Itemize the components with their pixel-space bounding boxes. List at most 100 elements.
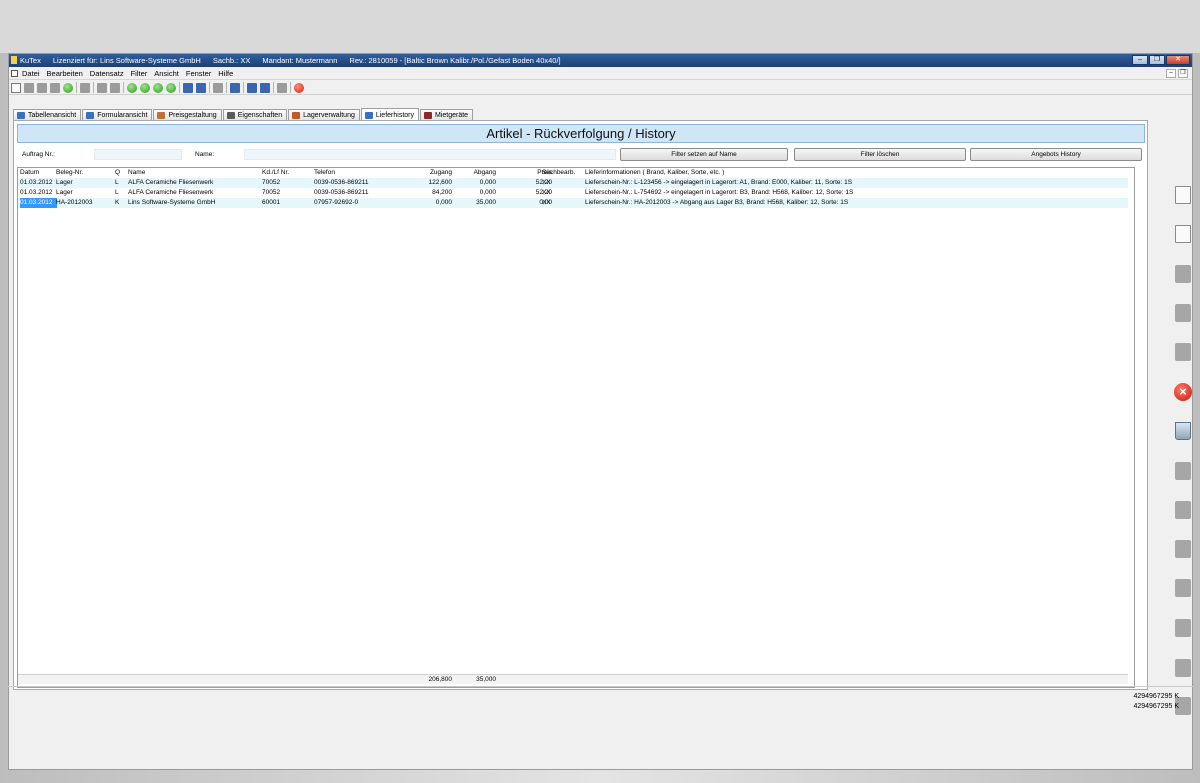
title-bar: KuTex Lizenziert für: Lins Software-Syste… <box>9 54 1192 67</box>
save-icon[interactable] <box>37 82 47 93</box>
cell-zugang: 122,600 <box>428 179 453 186</box>
info-icon[interactable] <box>247 82 257 93</box>
document-icon[interactable] <box>11 70 18 77</box>
close-button[interactable]: ✕ <box>1166 55 1190 65</box>
table-row[interactable]: 01.03.2012 Lager L ALFA Ceramiche Fliesenwe… <box>18 178 1128 188</box>
barcode-icon[interactable] <box>1175 579 1191 597</box>
cell-beleg-nr: HA-2012003 <box>56 199 93 206</box>
cell-datum: 01.03.2012 <box>20 189 53 196</box>
edit-page-icon[interactable] <box>1175 265 1191 283</box>
open-icon[interactable] <box>24 82 34 93</box>
cell-kd-lf-nr: 60001 <box>262 199 281 206</box>
save-disk-icon[interactable] <box>1175 304 1191 322</box>
auftrag-label: Auftrag Nr.: <box>22 151 55 158</box>
import-icon[interactable] <box>1175 619 1191 637</box>
history-table: Datum Beleg-Nr. Q Name Kd./Lf Nr. Telefon Zuga… <box>17 167 1135 688</box>
undo-arrow-icon[interactable] <box>1175 343 1191 361</box>
license-text: Lizenziert für: Lins Software-Systeme Gm… <box>52 56 201 65</box>
cell-lieferinformationen: Lieferschein-Nr.: L-754692 -> eingelager… <box>585 189 854 196</box>
maximize-button[interactable]: ❐ <box>1149 55 1165 65</box>
cell-abgang: 0,000 <box>479 189 496 196</box>
cell-beleg-nr: Lager <box>56 189 73 196</box>
cell-q: L <box>115 189 119 196</box>
new-page-icon[interactable] <box>1175 186 1191 204</box>
previous-record-icon[interactable] <box>140 82 150 93</box>
mdi-minimize-button[interactable]: – <box>1166 69 1176 78</box>
warehouse-icon <box>292 112 301 119</box>
menu-datei[interactable]: Datei <box>22 69 40 78</box>
column-header-sachbearb[interactable]: Sachbearb. <box>542 168 584 178</box>
delete-icon[interactable]: × <box>1174 383 1192 401</box>
status-bar: 4294967295 K 4294967295 K <box>8 688 1193 710</box>
history-icon <box>364 111 373 119</box>
mdi-restore-button[interactable]: ❐ <box>1178 69 1188 78</box>
clipboard-icon[interactable] <box>1175 501 1191 519</box>
table-icon <box>17 112 25 119</box>
status-line-1: 4294967295 K <box>1133 693 1179 700</box>
minimize-button[interactable]: – <box>1132 55 1148 65</box>
undo-icon[interactable] <box>50 82 60 93</box>
new-document-icon[interactable] <box>11 82 21 93</box>
copy-icon[interactable] <box>97 82 107 93</box>
total-abgang: 35,000 <box>476 676 496 683</box>
name-input[interactable] <box>244 149 616 160</box>
next-record-icon[interactable] <box>153 82 163 93</box>
copy-page-icon[interactable] <box>1175 225 1191 243</box>
column-header-q[interactable]: Q <box>115 168 125 178</box>
column-header-beleg-nr[interactable]: Beleg-Nr. <box>56 168 114 178</box>
column-header-kd-lf-nr[interactable]: Kd./Lf Nr. <box>262 168 312 178</box>
cell-name: ALFA Ceramiche Fliesenwerk <box>128 179 214 186</box>
table-row[interactable]: 01.03.2012 HA-2012003 K Lins Software-Syste… <box>18 198 1128 208</box>
printer-icon[interactable] <box>1175 462 1191 480</box>
refresh-icon[interactable] <box>63 82 73 93</box>
cancel-icon[interactable] <box>294 82 304 93</box>
column-header-zugang[interactable]: Zugang <box>414 168 452 178</box>
cell-q: L <box>115 179 119 186</box>
table-totals-row: 206,800 35,000 <box>18 674 1128 684</box>
recycle-bin-icon[interactable] <box>1175 422 1191 440</box>
export-icon[interactable] <box>1175 540 1191 558</box>
status-line-2: 4294967295 K <box>1133 703 1179 710</box>
comment-icon[interactable] <box>213 82 223 93</box>
menu-hilfe[interactable]: Hilfe <box>218 69 233 78</box>
column-header-datum[interactable]: Datum <box>20 168 57 178</box>
menu-datensatz[interactable]: Datensatz <box>90 69 124 78</box>
column-header-telefon[interactable]: Telefon <box>314 168 414 178</box>
menu-filter[interactable]: Filter <box>131 69 148 78</box>
column-header-name[interactable]: Name <box>128 168 258 178</box>
column-header-lieferinformationen[interactable]: Lieferinformationen ( Brand, Kaliber, So… <box>585 168 1125 178</box>
auftrag-input[interactable] <box>94 149 182 160</box>
exit-icon[interactable] <box>277 82 287 93</box>
toolbar-separator <box>243 82 244 93</box>
table-view-icon[interactable] <box>183 82 193 93</box>
toolbar <box>9 81 1192 95</box>
first-record-icon[interactable] <box>127 82 137 93</box>
offer-history-button[interactable]: Angebots History <box>970 148 1142 161</box>
paste-icon[interactable] <box>110 82 120 93</box>
document-edit-icon[interactable] <box>1175 659 1191 677</box>
toolbar-separator <box>209 82 210 93</box>
set-filter-button[interactable]: Filter setzen auf Name <box>620 148 788 161</box>
print-icon[interactable] <box>80 82 90 93</box>
column-header-abgang[interactable]: Abgang <box>458 168 496 178</box>
menu-ansicht[interactable]: Ansicht <box>154 69 179 78</box>
form-view-icon[interactable] <box>196 82 206 93</box>
last-record-icon[interactable] <box>166 82 176 93</box>
cell-telefon: 0039-0536-869211 <box>314 189 369 196</box>
toolbar-separator <box>76 82 77 93</box>
clear-filter-button[interactable]: Filter löschen <box>794 148 966 161</box>
toolbar-separator <box>123 82 124 93</box>
help-icon[interactable] <box>260 82 270 93</box>
filter-row: Auftrag Nr.: Name: Filter setzen auf Nam… <box>14 148 1147 162</box>
cell-kd-lf-nr: 70052 <box>262 189 281 196</box>
table-row[interactable]: 01.03.2012 Lager L ALFA Ceramiche Fliesenwe… <box>18 188 1128 198</box>
menu-bearbeiten[interactable]: Bearbeiten <box>47 69 83 78</box>
cell-zugang: 0,000 <box>435 199 452 206</box>
cell-abgang: 0,000 <box>479 179 496 186</box>
cell-datum: 01.03.2012 <box>20 179 53 186</box>
toolbar-separator <box>93 82 94 93</box>
notes-icon[interactable] <box>230 82 240 93</box>
menu-fenster[interactable]: Fenster <box>186 69 211 78</box>
page-title: Artikel - Rückverfolgung / History <box>17 124 1145 143</box>
cell-name: Lins Software-Systeme GmbH <box>128 199 216 206</box>
